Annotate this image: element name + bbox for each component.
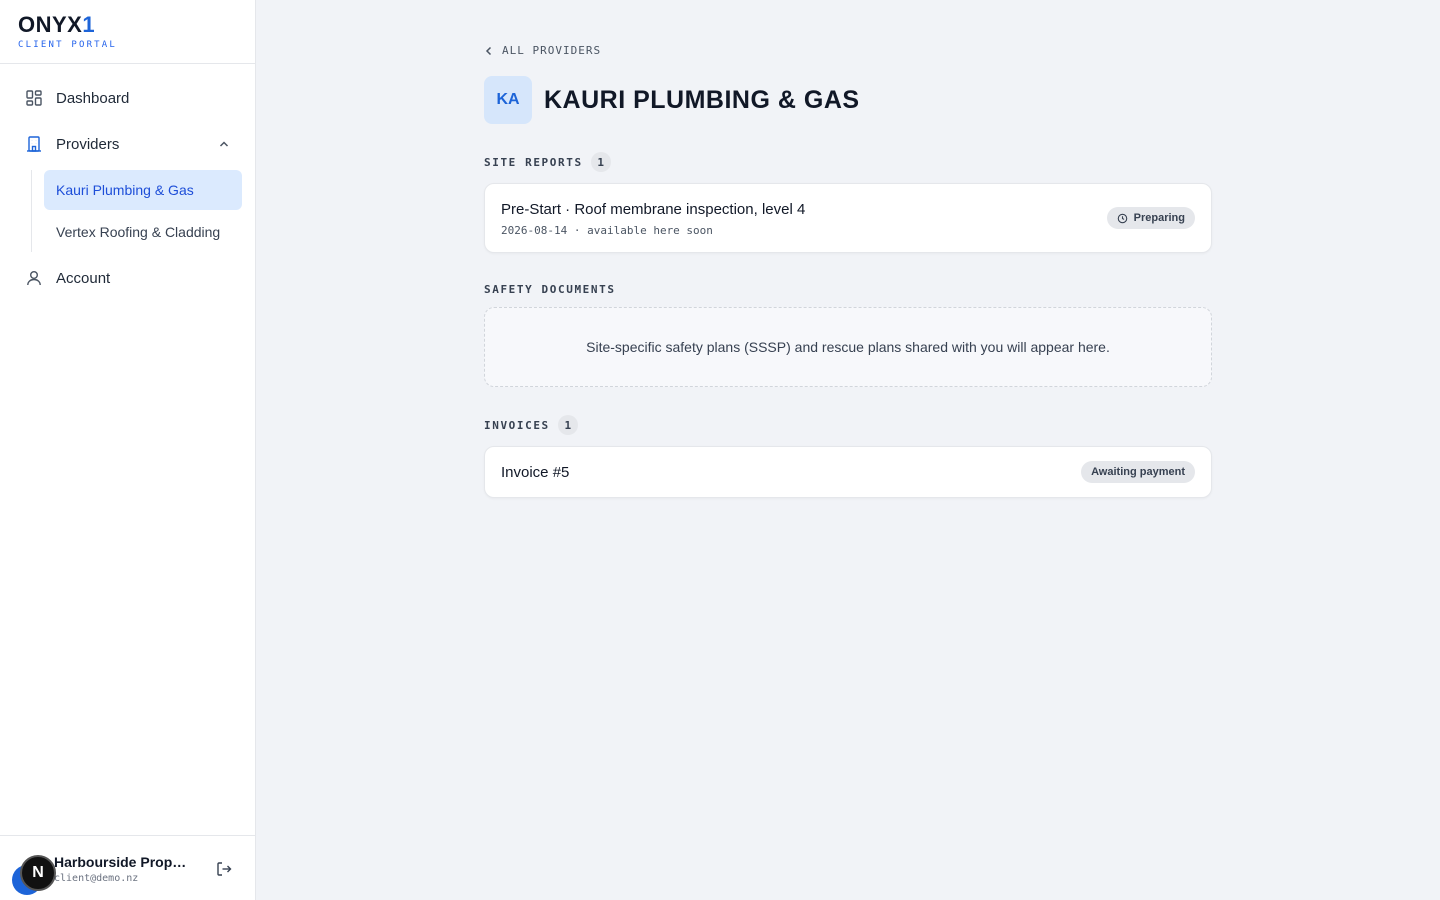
site-report-card[interactable]: Pre-Start · Roof membrane inspection, le… <box>484 183 1212 253</box>
status-badge: Preparing <box>1106 207 1195 229</box>
section-invoices: INVOICES 1 <box>484 415 578 435</box>
chevron-up-icon[interactable] <box>217 137 231 151</box>
sidebar-nav: Dashboard Providers Kauri Plumbing & Gas… <box>0 64 255 298</box>
section-label: SAFETY DOCUMENTS <box>484 283 616 296</box>
section-label: INVOICES <box>484 418 550 432</box>
user-name: Harbourside Properties <box>54 854 194 870</box>
sidebar-item-kauri-plumbing[interactable]: Kauri Plumbing & Gas <box>44 170 242 210</box>
sidebar-item-label: Providers <box>56 135 120 153</box>
avatar[interactable]: N <box>12 847 56 895</box>
invoice-card[interactable]: Invoice #5 Awaiting payment <box>484 446 1212 498</box>
status-badge: Awaiting payment <box>1081 461 1195 483</box>
sidebar-item-vertex-roofing[interactable]: Vertex Roofing & Cladding <box>44 212 242 252</box>
report-meta: 2026-08-14 · available here soon <box>501 224 713 237</box>
sidebar-item-account[interactable]: Account <box>12 258 243 298</box>
count-badge: 1 <box>590 152 611 172</box>
section-site-reports: SITE REPORTS 1 <box>484 152 611 172</box>
page-title: KAURI PLUMBING & GAS <box>544 85 860 114</box>
safety-documents-empty: Site-specific safety plans (SSSP) and re… <box>484 307 1212 387</box>
sidebar-item-label: Dashboard <box>56 89 130 107</box>
back-link-label: ALL PROVIDERS <box>502 44 602 57</box>
report-title: Pre-Start · Roof membrane inspection, le… <box>501 201 806 218</box>
user-footer: N Harbourside Properties client@demo.nz <box>0 835 255 900</box>
brand-subtitle: CLIENT PORTAL <box>18 40 118 50</box>
user-email: client@demo.nz <box>54 873 139 884</box>
chevron-left-icon <box>485 46 492 55</box>
building-icon <box>24 134 44 154</box>
clock-icon <box>1117 213 1127 223</box>
invoice-title: Invoice #5 <box>501 464 570 481</box>
brand-name: ONYX1 <box>18 12 96 37</box>
count-badge: 1 <box>557 415 578 435</box>
user-icon <box>24 268 44 288</box>
brand-logo[interactable]: ONYX1 CLIENT PORTAL <box>0 0 255 64</box>
sidebar-item-dashboard[interactable]: Dashboard <box>12 78 243 118</box>
dashboard-icon <box>24 88 44 108</box>
sidebar: ONYX1 CLIENT PORTAL Dashboard Providers … <box>0 0 256 900</box>
section-safety-documents: SAFETY DOCUMENTS <box>484 283 616 296</box>
provider-avatar: KA <box>484 76 532 124</box>
providers-submenu: Kauri Plumbing & Gas Vertex Roofing & Cl… <box>31 170 242 252</box>
back-link[interactable]: ALL PROVIDERS <box>484 44 601 57</box>
avatar-initial: N <box>20 855 56 891</box>
logout-icon[interactable] <box>215 860 233 878</box>
status-badge-label: Preparing <box>1133 212 1185 224</box>
page-header: KA KAURI PLUMBING & GAS <box>484 76 860 124</box>
section-label: SITE REPORTS <box>484 155 583 169</box>
sidebar-item-label: Account <box>56 269 111 287</box>
sidebar-item-providers[interactable]: Providers <box>12 124 243 164</box>
status-badge-label: Awaiting payment <box>1091 466 1185 478</box>
